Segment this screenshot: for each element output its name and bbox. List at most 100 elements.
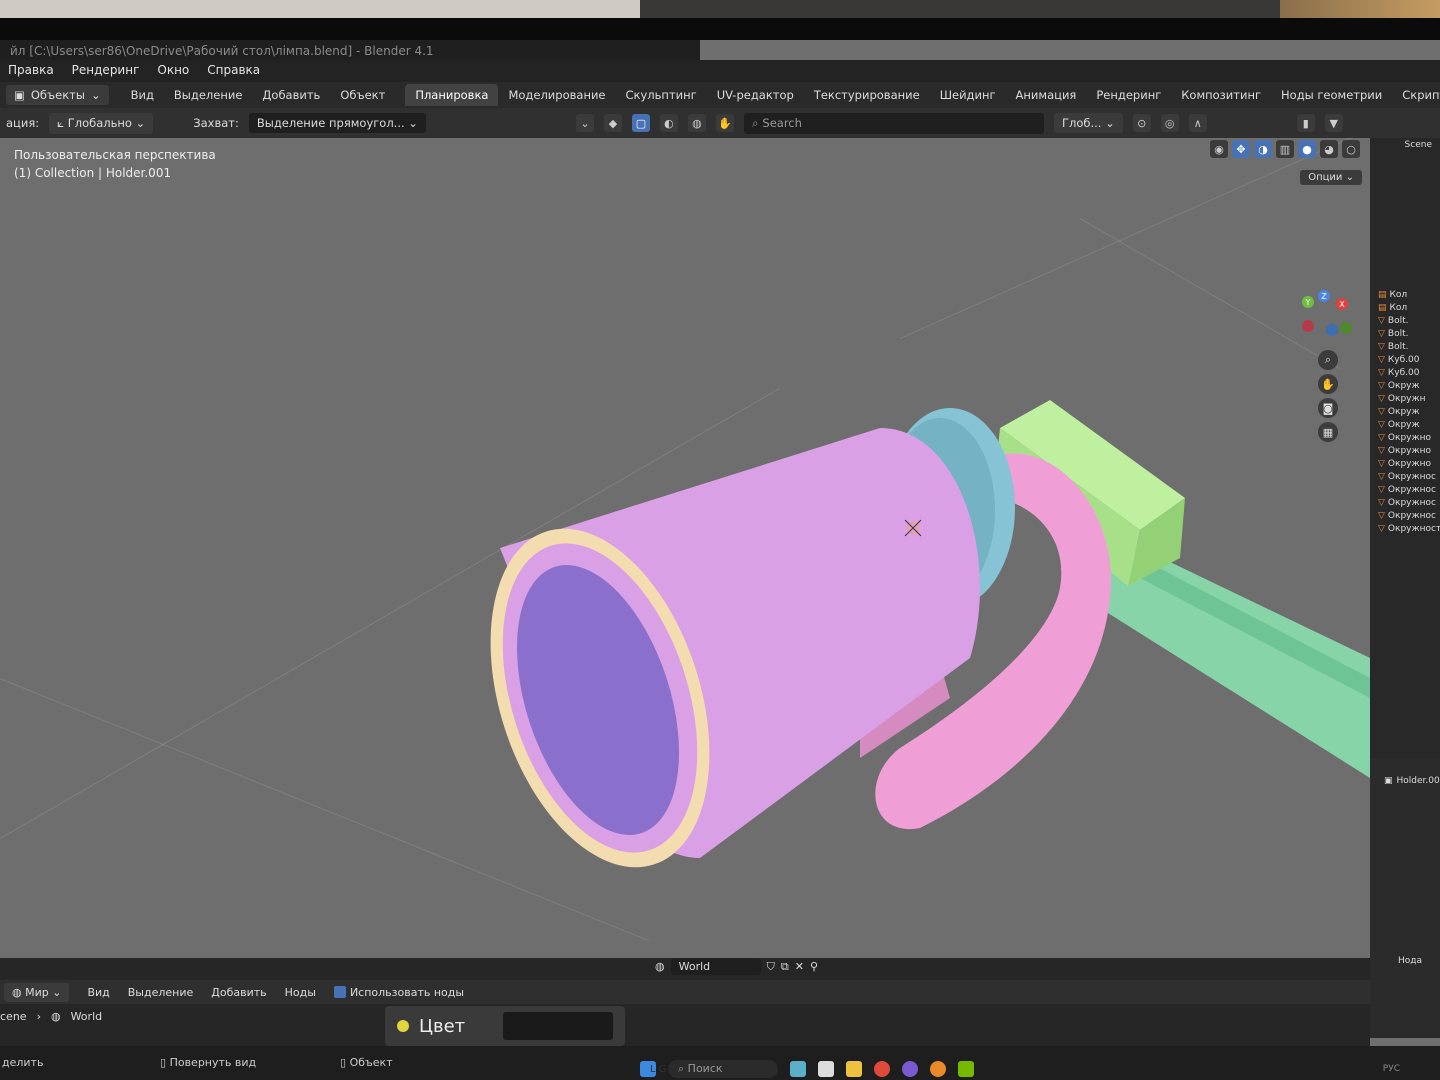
copy-icon[interactable]: ⧉	[781, 960, 789, 974]
pan-hand-icon[interactable]: ✋	[1318, 374, 1338, 394]
chrome-icon[interactable]	[874, 1061, 890, 1077]
breadcrumb-world[interactable]: World	[71, 1010, 103, 1023]
blender-icon[interactable]	[930, 1061, 946, 1077]
tab-animation[interactable]: Анимация	[1006, 84, 1087, 106]
menu-render[interactable]: Рендеринг	[72, 63, 140, 79]
outliner-item[interactable]: ▽ Окружнос	[1370, 483, 1440, 496]
outliner-item[interactable]: ▽ Bolt.	[1370, 327, 1440, 340]
material-shading-icon[interactable]: ◕	[1320, 140, 1338, 158]
globe-icon[interactable]: ◍	[687, 114, 706, 132]
pin-icon[interactable]: ⚲	[810, 960, 818, 973]
mode-dropdown[interactable]: ▣ Объекты ⌄	[6, 85, 109, 105]
color-node[interactable]: Цвет	[385, 1006, 625, 1046]
outliner-item[interactable]: ▽ Окружнос	[1370, 496, 1440, 509]
viber-icon[interactable]	[902, 1061, 918, 1077]
menu-nodes[interactable]: Ноды	[285, 986, 316, 999]
shader-type-dropdown[interactable]: ◍ Мир ⌄	[4, 982, 70, 1002]
gizmo-toggle-icon[interactable]: ✥	[1232, 140, 1250, 158]
tab-layout[interactable]: Планировка	[405, 84, 499, 106]
breadcrumb-scene[interactable]: cene	[0, 1010, 27, 1023]
menu-select[interactable]: Выделение	[164, 84, 253, 106]
falloff-icon[interactable]: ∧	[1188, 114, 1207, 132]
outliner-item[interactable]: ▽ Куб.00	[1370, 353, 1440, 366]
outliner-item[interactable]: ▽ Окружн	[1370, 392, 1440, 405]
outliner-item[interactable]: ▽ Bolt.	[1370, 314, 1440, 327]
tab-shading[interactable]: Шейдинг	[930, 84, 1006, 106]
outliner-item[interactable]: ▽ Окруж	[1370, 405, 1440, 418]
menu-view[interactable]: Вид	[87, 986, 109, 999]
outliner-item[interactable]: ▽ Окружно	[1370, 444, 1440, 457]
select-box-icon[interactable]: ▢	[631, 114, 650, 132]
overlay-toggle-icon[interactable]: ◑	[1254, 140, 1272, 158]
outliner-item[interactable]: ▽ Окруж	[1370, 379, 1440, 392]
tab-modeling[interactable]: Моделирование	[498, 84, 615, 106]
node-socket[interactable]	[397, 1020, 409, 1032]
camera-icon[interactable]: ◙	[1318, 398, 1338, 418]
gizmo-y-axis[interactable]: Y	[1302, 296, 1314, 308]
collapse-icon[interactable]: ⌄	[575, 114, 594, 132]
tab-sculpting[interactable]: Скульптинг	[616, 84, 707, 106]
outliner-item[interactable]: ▽ Куб.00	[1370, 366, 1440, 379]
object-types-icon[interactable]: ◆	[603, 114, 622, 132]
menu-add[interactable]: Добавить	[252, 84, 330, 106]
solid-shading-icon[interactable]: ●	[1298, 140, 1316, 158]
outliner-item[interactable]: ▤ Кол	[1370, 301, 1440, 314]
gizmo-neg-y[interactable]	[1340, 322, 1352, 334]
tab-geometry-nodes[interactable]: Ноды геометрии	[1271, 84, 1392, 106]
visibility-icon[interactable]: ◐	[659, 114, 678, 132]
gizmo-x-axis[interactable]: X	[1336, 298, 1348, 310]
outliner-item[interactable]: ▤ Кол	[1370, 288, 1440, 301]
snap-magnet-icon[interactable]: ⊙	[1132, 114, 1151, 132]
gizmo-z-axis[interactable]: Z	[1318, 290, 1330, 302]
menu-edit[interactable]: Правка	[8, 63, 54, 79]
taskbar-search[interactable]: ⌕ Поиск	[668, 1060, 778, 1078]
widgets-icon[interactable]	[790, 1061, 806, 1077]
scene-selector[interactable]: Scene	[1405, 140, 1432, 150]
grid-view-icon[interactable]: ▦	[1318, 422, 1338, 442]
gizmo-neg-z[interactable]	[1326, 324, 1338, 336]
system-tray-language[interactable]: РУС	[1383, 1064, 1440, 1074]
zoom-icon[interactable]: ⌕	[1318, 350, 1338, 370]
use-nodes-checkbox[interactable]: Использовать ноды	[333, 985, 464, 999]
outliner-item[interactable]: ▽ Окружнос	[1370, 470, 1440, 483]
tab-compositing[interactable]: Композитинг	[1171, 84, 1271, 106]
xray-icon[interactable]: ▥	[1276, 140, 1294, 158]
snap-dropdown[interactable]: Выделение прямоугол... ⌄	[248, 113, 426, 133]
outliner-item[interactable]: ▽ Окружнос	[1370, 509, 1440, 522]
outliner-item[interactable]: ▽ Окружно	[1370, 431, 1440, 444]
menu-help[interactable]: Справка	[207, 63, 260, 79]
close-icon[interactable]: ✕	[795, 960, 804, 973]
eye-icon[interactable]: ◉	[1210, 140, 1228, 158]
outliner-item[interactable]: ▽ Окружно	[1370, 457, 1440, 470]
gizmo-neg-x[interactable]	[1302, 320, 1314, 332]
hand-icon[interactable]: ✋	[715, 114, 734, 132]
outliner-item[interactable]: ▽ Bolt.	[1370, 340, 1440, 353]
tab-uv-editing[interactable]: UV-редактор	[707, 84, 804, 106]
menu-object[interactable]: Объект	[330, 84, 395, 106]
filter-icon[interactable]: ▼	[1324, 114, 1343, 132]
properties-object-name[interactable]: Holder.001	[1397, 776, 1440, 786]
menu-view[interactable]: Вид	[121, 84, 164, 106]
task-view-icon[interactable]	[818, 1061, 834, 1077]
search-field[interactable]: ⌕ Search	[743, 112, 1044, 134]
3d-viewport[interactable]: Пользовательская перспектива (1) Collect…	[0, 138, 1370, 958]
color-swatch[interactable]	[503, 1012, 613, 1040]
pivot-dropdown[interactable]: Глоб... ⌄	[1053, 113, 1123, 133]
nvidia-icon[interactable]	[958, 1061, 974, 1077]
rendered-shading-icon[interactable]: ○	[1342, 140, 1360, 158]
navigation-gizmo[interactable]: Y Z X ⌕ ✋ ◙ ▦	[1302, 288, 1362, 488]
menu-window[interactable]: Окно	[157, 63, 189, 79]
file-explorer-icon[interactable]	[846, 1061, 862, 1077]
tab-scripting[interactable]: Скриптинг	[1392, 84, 1440, 106]
node-tab[interactable]: Нода	[1370, 786, 1440, 966]
menu-add[interactable]: Добавить	[211, 986, 266, 999]
menu-select[interactable]: Выделение	[128, 986, 194, 999]
bookmark-icon[interactable]: ▮	[1296, 114, 1315, 132]
transform-orientation-dropdown[interactable]: ⟀ Глобально ⌄	[49, 112, 154, 134]
outliner-item[interactable]: ▽ Окружност	[1370, 522, 1440, 535]
proportional-edit-icon[interactable]: ◎	[1160, 114, 1179, 132]
options-dropdown[interactable]: Опции ⌄	[1300, 170, 1362, 185]
world-name-field[interactable]: World	[670, 958, 761, 975]
fake-user-icon[interactable]: ⛉	[767, 960, 775, 974]
outliner-item[interactable]: ▽ Окруж	[1370, 418, 1440, 431]
